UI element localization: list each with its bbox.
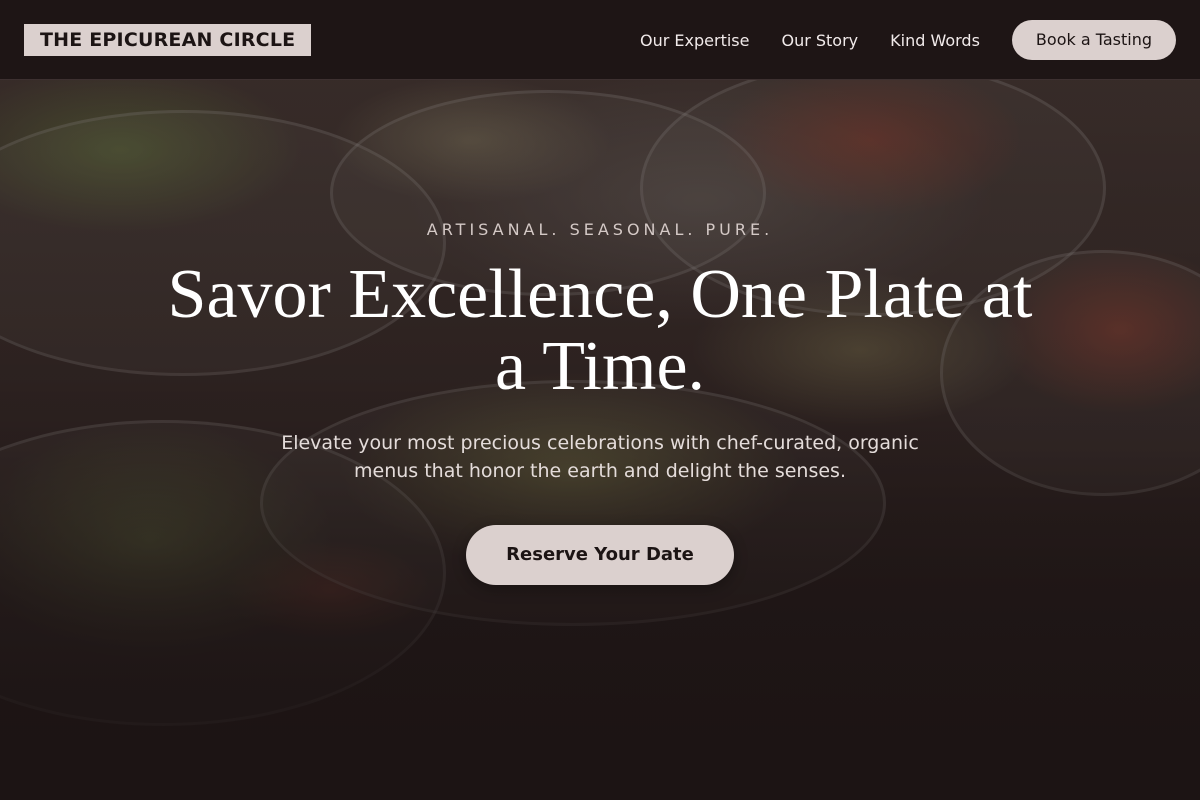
nav-link-kind-words[interactable]: Kind Words [890,31,980,50]
book-tasting-button[interactable]: Book a Tasting [1011,20,1176,60]
site-header: THE EPICUREAN CIRCLE Our Expertise Our S… [0,0,1200,80]
hero-headline: Savor Excellence, One Plate at a Time. [167,256,1033,405]
main-nav: Our Expertise Our Story Kind Words Book … [640,20,1176,60]
hero-subtext: Elevate your most precious celebrations … [281,432,919,482]
brand-logo[interactable]: THE EPICUREAN CIRCLE [24,24,312,56]
hero-eyebrow: ARTISANAL. SEASONAL. PURE. [426,220,774,239]
nav-link-our-expertise[interactable]: Our Expertise [640,31,749,50]
hero-section: ARTISANAL. SEASONAL. PURE. Savor Excelle… [0,210,1200,585]
nav-link-our-story[interactable]: Our Story [781,31,858,50]
landing-page: THE EPICUREAN CIRCLE Our Expertise Our S… [0,0,1200,800]
reserve-date-button[interactable]: Reserve Your Date [466,525,734,585]
